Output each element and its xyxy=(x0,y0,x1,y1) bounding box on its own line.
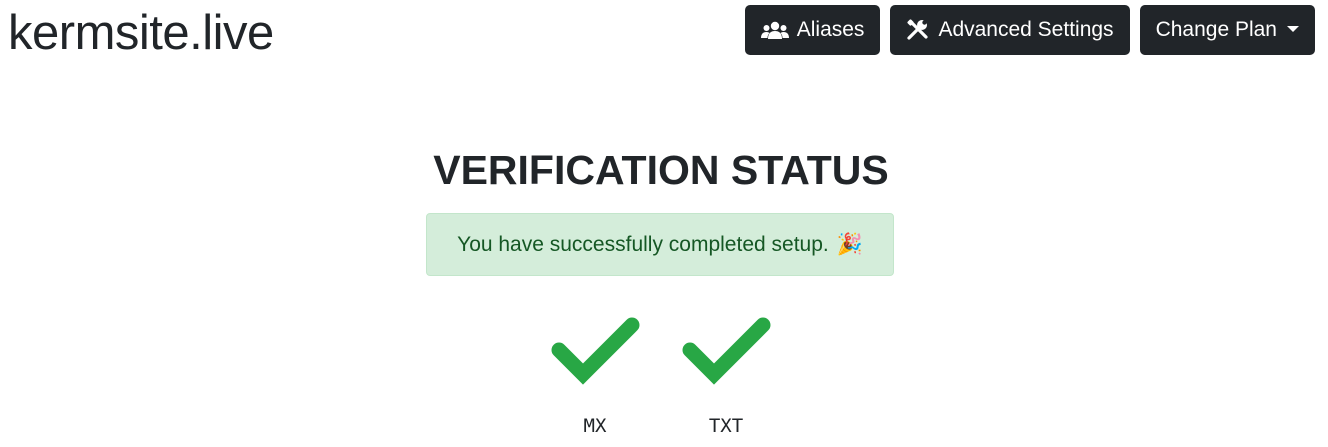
advanced-settings-button[interactable]: Advanced Settings xyxy=(890,5,1130,55)
party-popper-icon: 🎉 xyxy=(836,233,863,256)
check-icon xyxy=(545,315,645,390)
caret-down-icon xyxy=(1287,26,1299,32)
check-label-mx: MX xyxy=(583,415,607,437)
page-title: VERIFICATION STATUS xyxy=(433,147,889,193)
check-item-txt: TXT xyxy=(676,315,776,437)
users-icon xyxy=(760,20,789,40)
change-plan-button[interactable]: Change Plan xyxy=(1139,5,1315,55)
tools-icon xyxy=(906,18,930,42)
toolbar: Aliases Advanced Settings Change Plan xyxy=(744,5,1315,55)
site-title: kermsite.live xyxy=(8,6,274,60)
change-plan-label: Change Plan xyxy=(1155,18,1277,41)
page: kermsite.live Aliases Advanced Settings … xyxy=(0,0,1328,447)
check-icon xyxy=(676,315,776,390)
advanced-settings-label: Advanced Settings xyxy=(938,18,1114,41)
alert-text: You have successfully completed setup. xyxy=(457,232,829,256)
success-alert: You have successfully completed setup. 🎉 xyxy=(426,213,894,276)
check-item-mx: MX xyxy=(545,315,645,437)
aliases-label: Aliases xyxy=(796,18,865,41)
check-label-txt: TXT xyxy=(708,415,744,437)
aliases-button[interactable]: Aliases xyxy=(744,5,881,55)
verification-checks: MX TXT xyxy=(0,315,1328,445)
